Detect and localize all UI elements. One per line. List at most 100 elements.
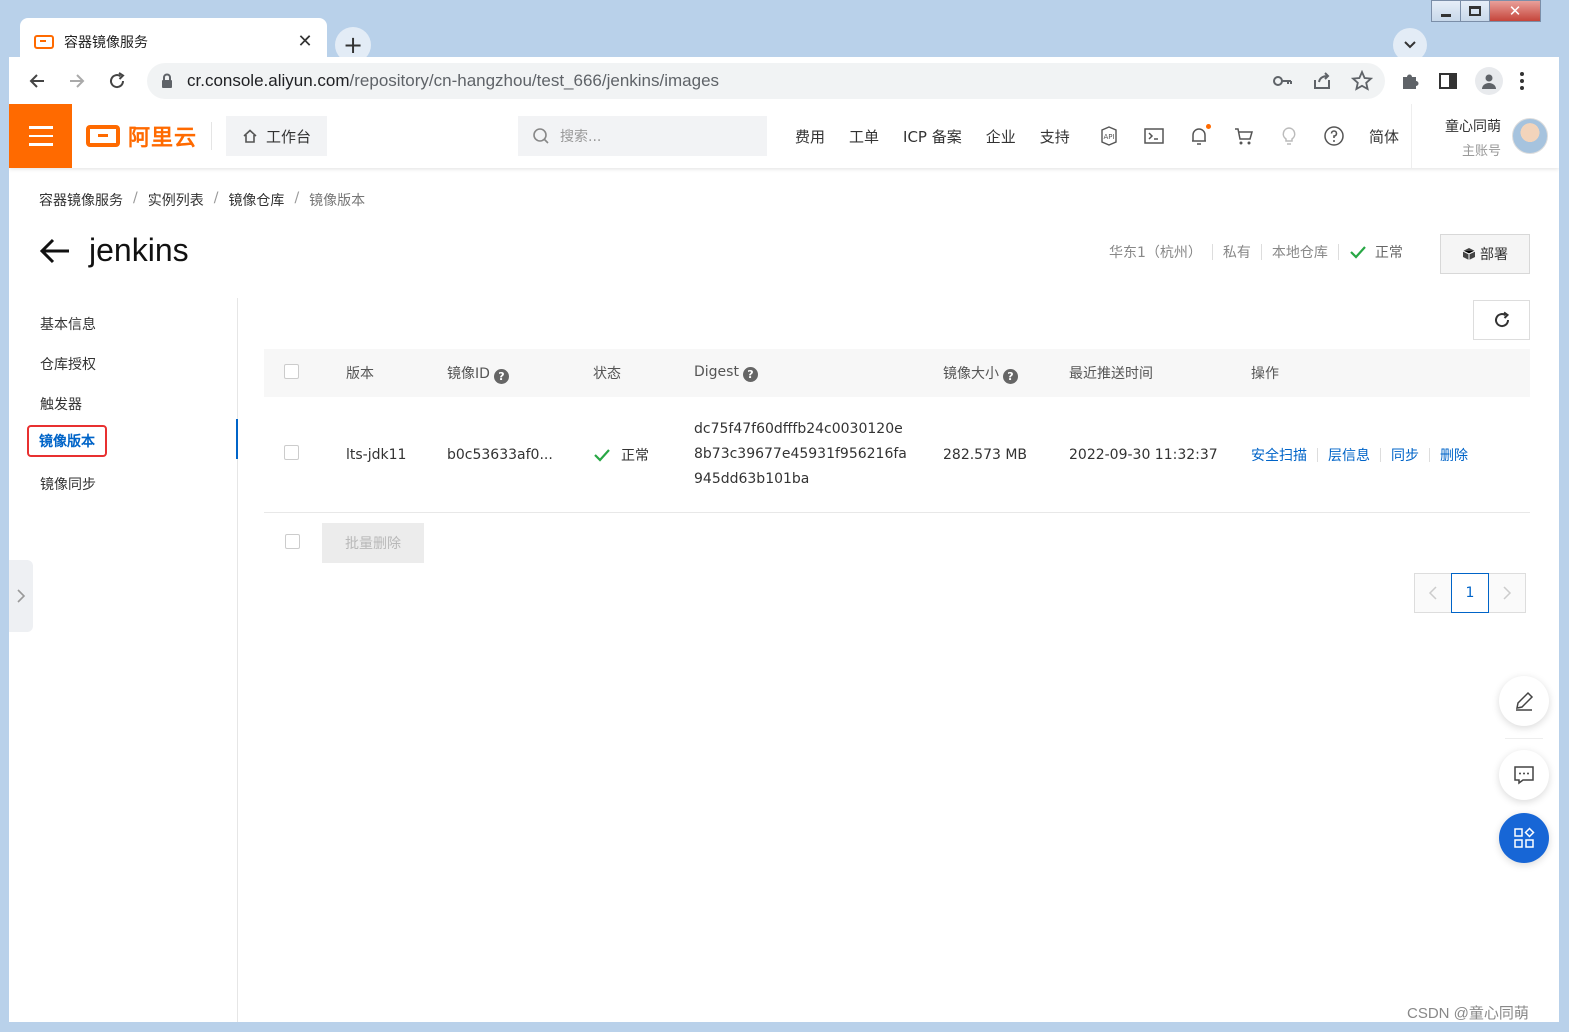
extension-area (1399, 67, 1525, 95)
minimize-button[interactable] (1431, 0, 1461, 22)
cell-image-id: b0c53633af0... (447, 446, 553, 463)
prev-page-button[interactable] (1414, 573, 1452, 613)
bookmark-star-icon[interactable] (1351, 70, 1373, 92)
breadcrumb-item[interactable]: 容器镜像服务 (39, 190, 123, 210)
puzzle-extensions-icon[interactable] (1399, 70, 1421, 92)
tab-close-icon[interactable]: ✕ (295, 31, 315, 52)
help-icon[interactable]: ? (493, 368, 509, 384)
back-arrow-icon[interactable] (39, 237, 71, 265)
nav-enterprise[interactable]: 企业 (986, 126, 1016, 147)
omnibox-actions (1271, 70, 1373, 92)
avatar[interactable] (1512, 118, 1548, 154)
chevron-down-icon (1404, 41, 1416, 49)
active-indicator (236, 419, 238, 459)
address-bar[interactable]: cr.console.aliyun.com/repository/cn-hang… (147, 63, 1385, 99)
sidenav-item-triggers[interactable]: 触发器 (40, 394, 82, 414)
expand-sidebar-button[interactable] (9, 560, 33, 632)
chat-icon (1514, 766, 1534, 785)
menu-button[interactable] (9, 104, 72, 168)
nav-tickets[interactable]: 工单 (849, 126, 879, 147)
forward-button[interactable] (59, 63, 95, 99)
back-button[interactable] (19, 63, 55, 99)
refresh-button[interactable] (1473, 300, 1530, 340)
notification-bell-icon[interactable] (1187, 124, 1211, 148)
cube-icon (1462, 248, 1476, 260)
nav-billing[interactable]: 费用 (795, 126, 825, 147)
feedback-edit-button[interactable] (1499, 676, 1549, 726)
row-checkbox[interactable] (284, 445, 299, 460)
select-all-checkbox[interactable] (284, 363, 299, 379)
arrow-left-icon (29, 73, 44, 88)
bulk-delete-button[interactable]: 批量删除 (322, 523, 424, 563)
repo-sidenav: 基本信息 仓库授权 触发器 镜像版本 镜像同步 (9, 298, 238, 1022)
layer-info-link[interactable]: 层信息 (1328, 445, 1370, 465)
home-icon (243, 129, 257, 143)
chevron-left-icon (1428, 586, 1437, 600)
language-switch[interactable]: 简体 (1369, 126, 1399, 147)
window-close-button[interactable]: ✕ (1489, 0, 1541, 22)
cart-icon[interactable] (1232, 124, 1256, 148)
more-menu-icon[interactable] (1519, 71, 1525, 91)
nav-icp[interactable]: ICP 备案 (903, 126, 962, 147)
share-icon[interactable] (1311, 70, 1333, 92)
cell-size: 282.573 MB (943, 446, 1028, 463)
sync-link[interactable]: 同步 (1391, 445, 1419, 465)
table-row: lts-jdk11 b0c53633af0... 正常 dc75f47f60df… (264, 397, 1530, 513)
divider (211, 122, 213, 150)
sidenav-item-image-sync[interactable]: 镜像同步 (40, 474, 96, 494)
page-header: jenkins (39, 232, 189, 269)
next-page-button[interactable] (1488, 573, 1526, 613)
lightbulb-icon[interactable] (1277, 124, 1301, 148)
key-icon[interactable] (1271, 70, 1293, 92)
side-panel-icon[interactable] (1437, 70, 1459, 92)
window-controls: ✕ (1431, 0, 1541, 24)
breadcrumb: 容器镜像服务 / 实例列表 / 镜像仓库 / 镜像版本 (39, 190, 365, 210)
window-frame: 容器镜像服务 ✕ + ✕ cr.console.aliyun.com/repos… (0, 0, 1569, 1032)
apps-grid-icon (1514, 827, 1535, 848)
aliyun-logo[interactable]: 阿里云 (86, 120, 197, 152)
nav-support[interactable]: 支持 (1040, 126, 1070, 147)
breadcrumb-item[interactable]: 镜像仓库 (228, 190, 284, 210)
sidenav-item-authorization[interactable]: 仓库授权 (40, 354, 96, 374)
refresh-icon (1494, 311, 1509, 328)
svg-text:API: API (1103, 133, 1114, 141)
sidenav-item-basic-info[interactable]: 基本信息 (40, 314, 96, 334)
col-actions: 操作 (1251, 366, 1279, 382)
breadcrumb-item[interactable]: 实例列表 (148, 190, 204, 210)
sidenav-item-image-versions[interactable]: 镜像版本 (27, 425, 107, 457)
security-scan-link[interactable]: 安全扫描 (1251, 445, 1307, 465)
repo-meta: 华东1（杭州） 私有 本地仓库 正常 (1109, 242, 1403, 262)
api-icon[interactable]: API (1097, 124, 1121, 148)
chat-button[interactable] (1499, 750, 1549, 800)
console-search-input[interactable]: 搜索... (518, 116, 767, 156)
chevron-right-icon (1503, 586, 1512, 600)
visibility-label: 私有 (1222, 245, 1251, 261)
delete-link[interactable]: 删除 (1440, 445, 1468, 465)
apps-grid-button[interactable] (1499, 813, 1549, 863)
divider (1411, 104, 1412, 168)
console-top-nav: 费用 工单 ICP 备案 企业 支持 (795, 104, 1070, 168)
reload-button[interactable] (99, 63, 135, 99)
region-label: 华东1（杭州） (1109, 245, 1202, 261)
image-versions-table: 版本 镜像ID? 状态 Digest? 镜像大小? 最近推送时间 操作 lts-… (264, 349, 1530, 513)
maximize-button[interactable] (1460, 0, 1490, 22)
profile-button[interactable] (1475, 67, 1503, 95)
page-viewport: 阿里云 工作台 搜索... 费用 工单 ICP 备案 企业 支持 API 简体 … (9, 104, 1559, 1022)
user-info[interactable]: 童心同萌 主账号 (1429, 116, 1501, 159)
help-icon[interactable]: ? (742, 367, 758, 382)
deploy-button[interactable]: 部署 (1440, 234, 1530, 274)
cell-pushed-time: 2022-09-30 11:32:37 (1069, 446, 1218, 463)
help-icon[interactable] (1322, 124, 1346, 148)
breadcrumb-separator: / (294, 190, 300, 206)
check-icon (594, 448, 610, 462)
url-text: cr.console.aliyun.com/repository/cn-hang… (187, 71, 720, 90)
terminal-icon[interactable] (1142, 124, 1166, 148)
page-number[interactable]: 1 (1451, 573, 1489, 613)
cell-version: lts-jdk11 (346, 446, 407, 463)
person-icon (1482, 74, 1496, 89)
help-icon[interactable]: ? (1003, 368, 1018, 384)
bulk-select-checkbox[interactable] (285, 533, 300, 549)
tab-title: 容器镜像服务 (64, 34, 148, 51)
col-size: 镜像大小? (943, 363, 1069, 384)
workbench-button[interactable]: 工作台 (226, 116, 328, 156)
